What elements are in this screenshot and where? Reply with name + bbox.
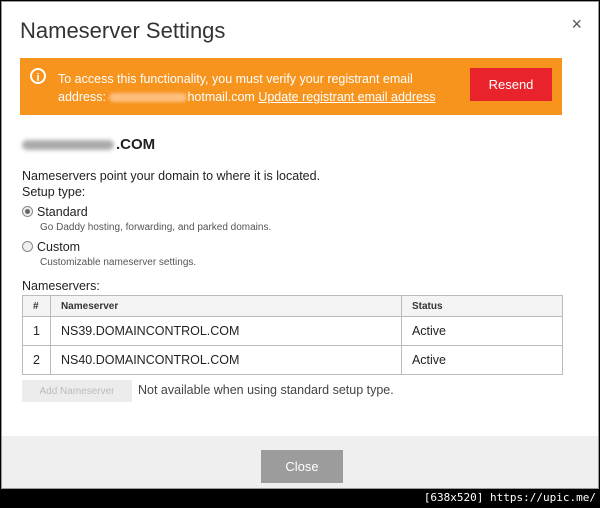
nameserver-table: # Nameserver Status 1 NS39.DOMAINCONTROL… <box>22 295 564 375</box>
radio-custom-indicator[interactable] <box>22 241 33 252</box>
radio-standard-description: Go Daddy hosting, forwarding, and parked… <box>40 222 272 233</box>
banner-address-prefix: address: <box>58 90 106 104</box>
radio-standard-label: Standard <box>37 205 88 219</box>
radio-standard[interactable]: Standard <box>22 205 88 219</box>
dialog-footer: Close <box>2 436 598 488</box>
redacted-email-blur <box>109 93 188 103</box>
header-number: # <box>22 295 51 317</box>
row-nameserver: NS40.DOMAINCONTROL.COM <box>49 345 402 375</box>
radio-custom-description: Customizable nameserver settings. <box>40 257 197 268</box>
row-status: Active <box>400 345 564 375</box>
radio-custom[interactable]: Custom <box>22 240 80 254</box>
info-icon: i <box>30 68 46 84</box>
close-button[interactable]: Close <box>261 450 343 483</box>
header-nameserver: Nameserver <box>49 295 402 317</box>
domain-suffix: .COM <box>116 136 156 153</box>
row-status: Active <box>400 316 564 346</box>
nameserver-description: Nameservers point your domain to where i… <box>22 169 321 183</box>
update-email-link[interactable]: Update registrant email address <box>258 90 435 104</box>
banner-message: To access this functionality, you must v… <box>58 70 468 106</box>
radio-standard-indicator[interactable] <box>22 206 33 217</box>
email-suffix: hotmail.com <box>187 90 255 104</box>
radio-custom-label: Custom <box>37 240 81 254</box>
add-nameserver-note: Not available when using standard setup … <box>138 383 394 397</box>
watermark: [638x520] https://upic.me/ <box>423 491 596 504</box>
row-number: 1 <box>22 316 51 346</box>
domain-name: .COM <box>22 136 155 153</box>
add-nameserver-button: Add Nameserver <box>22 380 132 402</box>
setup-type-label: Setup type: <box>22 185 86 199</box>
banner-line1: To access this functionality, you must v… <box>58 72 413 86</box>
redacted-domain-blur <box>22 140 114 151</box>
table-row: 2 NS40.DOMAINCONTROL.COM Active <box>22 345 564 375</box>
resend-button[interactable]: Resend <box>470 68 552 101</box>
verification-warning-banner: i To access this functionality, you must… <box>20 58 562 115</box>
close-icon[interactable]: × <box>571 14 582 35</box>
header-status: Status <box>400 295 564 317</box>
nameserver-settings-dialog: Nameserver Settings × i To access this f… <box>1 1 599 489</box>
row-number: 2 <box>22 345 51 375</box>
table-row: 1 NS39.DOMAINCONTROL.COM Active <box>22 316 564 346</box>
row-nameserver: NS39.DOMAINCONTROL.COM <box>49 316 402 346</box>
dialog-title: Nameserver Settings <box>20 18 226 43</box>
table-header-row: # Nameserver Status <box>22 295 564 317</box>
nameservers-label: Nameservers: <box>22 279 100 293</box>
